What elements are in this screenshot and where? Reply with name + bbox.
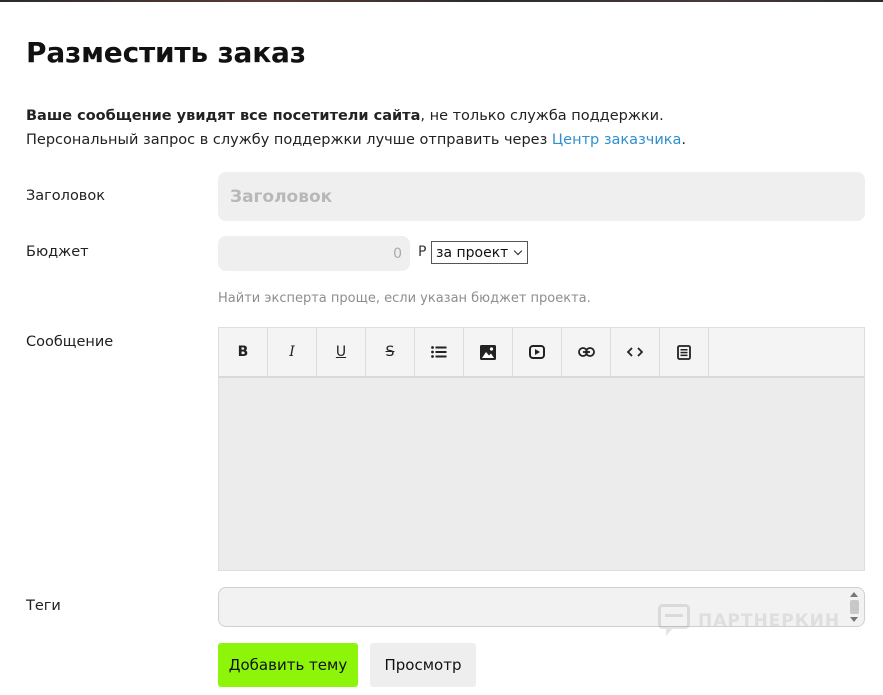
chevron-down-icon bbox=[513, 246, 523, 255]
strikethrough-icon: S bbox=[385, 344, 395, 360]
watermark-logo-icon bbox=[658, 604, 690, 636]
image-icon bbox=[480, 344, 496, 360]
page-title: Разместить заказ bbox=[26, 36, 306, 69]
currency-symbol: Р bbox=[418, 244, 427, 260]
bold-icon: B bbox=[237, 344, 249, 360]
link-icon bbox=[577, 347, 595, 357]
notice-line-1: Ваше сообщение увидят все посетители сай… bbox=[26, 104, 686, 128]
notice-text: Ваше сообщение увидят все посетители сай… bbox=[26, 104, 686, 152]
message-textarea[interactable] bbox=[219, 378, 864, 570]
title-label: Заголовок bbox=[26, 188, 105, 204]
budget-label: Бюджет bbox=[26, 244, 89, 260]
editor-toolbar: B I U S bbox=[219, 328, 864, 378]
notice-line-1-rest: , не только служба поддержки. bbox=[420, 108, 664, 124]
budget-period-select[interactable]: за проект bbox=[431, 241, 528, 264]
quote-button[interactable] bbox=[660, 328, 709, 376]
budget-input[interactable] bbox=[218, 236, 410, 271]
document-icon bbox=[677, 344, 691, 360]
customer-center-link[interactable]: Центр заказчика bbox=[552, 132, 682, 148]
scroll-down-arrow-icon[interactable] bbox=[850, 617, 858, 622]
tags-label: Теги bbox=[26, 598, 61, 614]
watermark: ПАРТНЕРКИН bbox=[658, 604, 840, 638]
top-image-strip bbox=[0, 0, 883, 2]
add-topic-button[interactable]: Добавить тему bbox=[218, 643, 358, 687]
video-button[interactable] bbox=[513, 328, 562, 376]
link-button[interactable] bbox=[562, 328, 611, 376]
notice-bold-text: Ваше сообщение увидят все посетители сай… bbox=[26, 108, 421, 124]
message-label: Сообщение bbox=[26, 334, 114, 350]
watermark-text: ПАРТНЕРКИН bbox=[698, 611, 841, 631]
strikethrough-button[interactable]: S bbox=[366, 328, 415, 376]
scroll-thumb[interactable] bbox=[850, 600, 859, 614]
preview-button[interactable]: Просмотр bbox=[370, 643, 476, 687]
image-button[interactable] bbox=[464, 328, 513, 376]
tags-scrollbar[interactable] bbox=[847, 590, 862, 624]
title-input[interactable] bbox=[218, 172, 865, 221]
code-icon bbox=[627, 347, 643, 357]
list-icon bbox=[431, 346, 447, 358]
underline-icon: U bbox=[335, 344, 347, 360]
scroll-up-arrow-icon[interactable] bbox=[850, 592, 858, 597]
underline-button[interactable]: U bbox=[317, 328, 366, 376]
message-editor: B I U S bbox=[218, 327, 865, 571]
budget-period-selected: за проект bbox=[436, 244, 509, 261]
order-page: Разместить заказ Ваше сообщение увидят в… bbox=[0, 0, 883, 695]
notice-line-2-prefix: Персональный запрос в службу поддержки л… bbox=[26, 132, 552, 148]
notice-line-2-suffix: . bbox=[681, 132, 687, 148]
bold-button[interactable]: B bbox=[219, 328, 268, 376]
notice-line-2: Персональный запрос в службу поддержки л… bbox=[26, 128, 686, 152]
video-icon bbox=[529, 345, 545, 359]
budget-hint: Найти эксперта проще, если указан бюджет… bbox=[218, 291, 591, 306]
code-button[interactable] bbox=[611, 328, 660, 376]
italic-icon: I bbox=[289, 344, 295, 360]
list-button[interactable] bbox=[415, 328, 464, 376]
italic-button[interactable]: I bbox=[268, 328, 317, 376]
